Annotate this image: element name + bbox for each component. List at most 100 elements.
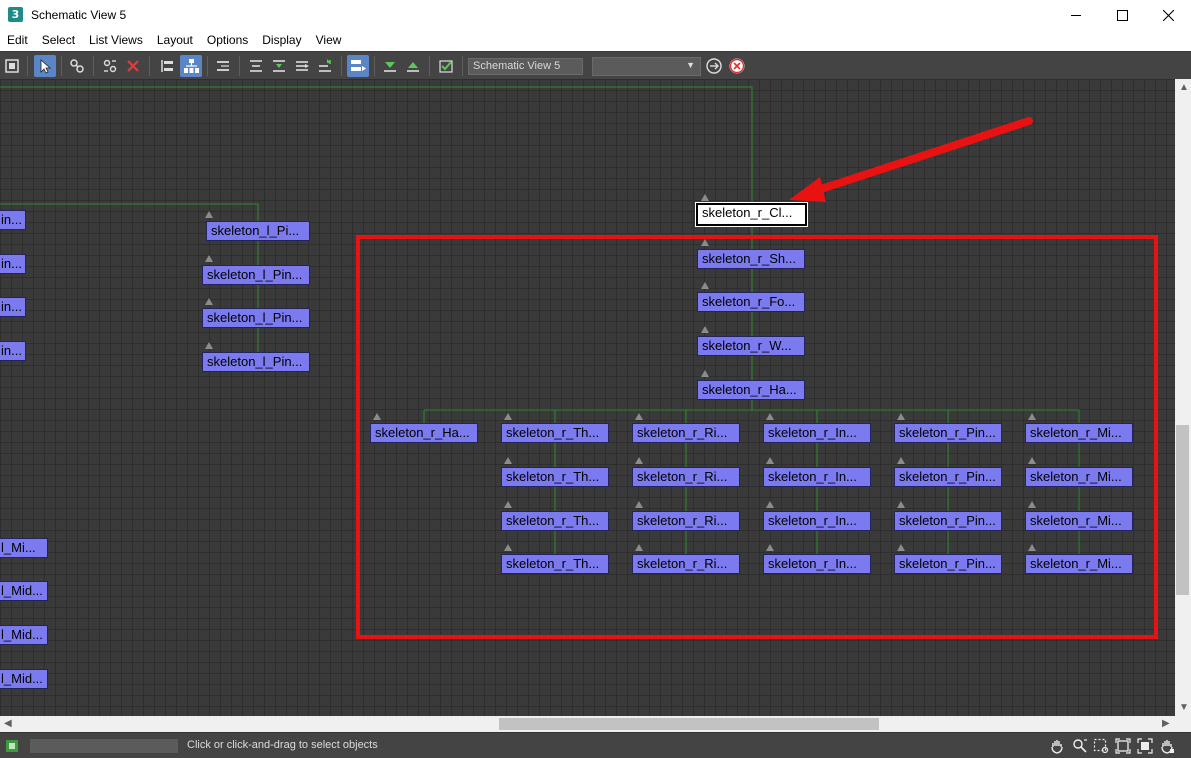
zoom-button[interactable] bbox=[1071, 737, 1089, 755]
vertical-scroll-thumb[interactable] bbox=[1176, 425, 1189, 595]
maximize-button[interactable] bbox=[1099, 0, 1145, 30]
toolbar-separator bbox=[374, 56, 375, 76]
node-expand-triangle[interactable] bbox=[205, 255, 213, 262]
node-expand-triangle[interactable] bbox=[205, 342, 213, 349]
status-indicator-icon bbox=[6, 740, 18, 752]
delete-bookmark-button[interactable] bbox=[726, 55, 748, 77]
align-center-button[interactable] bbox=[268, 55, 290, 77]
hierarchy-mode-button[interactable] bbox=[156, 55, 178, 77]
status-message: Click or click-and-drag to select object… bbox=[187, 739, 378, 751]
maximize-icon bbox=[1116, 9, 1128, 21]
node-skeleton-l-pinky[interactable]: skeleton_l_Pi... bbox=[206, 221, 310, 241]
node-left-edge[interactable]: in... bbox=[0, 341, 26, 361]
scroll-right-icon[interactable]: ▶ bbox=[1162, 718, 1170, 729]
zoom-region-icon bbox=[1093, 738, 1109, 754]
scroll-up-icon[interactable]: ▲ bbox=[1179, 82, 1189, 93]
node-expand-triangle[interactable] bbox=[205, 298, 213, 305]
menu-options[interactable]: Options bbox=[200, 30, 255, 51]
bookmark-button[interactable] bbox=[435, 55, 457, 77]
delete-objects-button[interactable] bbox=[122, 55, 144, 77]
vertical-scrollbar[interactable] bbox=[1175, 79, 1191, 716]
arrange-children-icon bbox=[351, 60, 366, 71]
pan-button[interactable] bbox=[1048, 737, 1066, 755]
toolbar-separator bbox=[93, 56, 94, 76]
preferences-icon bbox=[217, 61, 229, 71]
align-left-button[interactable] bbox=[245, 55, 267, 77]
align-right-button[interactable] bbox=[291, 55, 313, 77]
node-skeleton-l-pinky[interactable]: skeleton_l_Pin... bbox=[202, 308, 310, 328]
minimize-icon bbox=[1070, 14, 1081, 16]
scroll-left-icon[interactable]: ◀ bbox=[4, 718, 12, 729]
menu-view[interactable]: View bbox=[309, 30, 349, 51]
menu-edit[interactable]: Edit bbox=[0, 30, 35, 51]
toolbar: Schematic View 5 ▼ bbox=[0, 51, 1191, 79]
select-tool-button[interactable] bbox=[34, 55, 56, 77]
preferences-button[interactable] bbox=[212, 55, 234, 77]
close-button[interactable] bbox=[1145, 0, 1191, 30]
menu-display[interactable]: Display bbox=[255, 30, 308, 51]
cursor-icon bbox=[40, 59, 52, 74]
hierarchy-list-icon bbox=[161, 60, 173, 72]
connect-button[interactable] bbox=[66, 55, 88, 77]
app-icon: 3 bbox=[8, 7, 23, 22]
align-icon bbox=[250, 60, 262, 72]
display-floater-button[interactable] bbox=[1, 55, 23, 77]
delete-x-icon bbox=[127, 60, 139, 72]
zoom-extents-button[interactable] bbox=[1114, 737, 1132, 755]
status-bar: Click or click-and-drag to select object… bbox=[0, 732, 1191, 758]
zoom-extents-icon bbox=[1115, 738, 1131, 754]
title-bar: 3 Schematic View 5 bbox=[0, 0, 1191, 30]
toolbar-separator bbox=[341, 56, 342, 76]
horizontal-scroll-thumb[interactable] bbox=[499, 718, 879, 730]
menu-list-views[interactable]: List Views bbox=[82, 30, 150, 51]
collapse-selected-button[interactable] bbox=[379, 55, 401, 77]
node-left-edge[interactable]: l_Mid... bbox=[0, 669, 48, 689]
node-skeleton-l-pinky[interactable]: skeleton_l_Pin... bbox=[202, 265, 310, 285]
unlink-selected-button[interactable] bbox=[99, 55, 121, 77]
toolbar-separator bbox=[239, 56, 240, 76]
schematic-canvas[interactable]: in... in... in... in... l_Mi... l_Mid...… bbox=[0, 79, 1175, 716]
expand-icon bbox=[407, 62, 419, 72]
toolbar-separator bbox=[207, 56, 208, 76]
toolbar-separator bbox=[429, 56, 430, 76]
unlink-icon bbox=[103, 59, 117, 73]
scrollbar-corner bbox=[1175, 716, 1191, 732]
node-skeleton-l-pinky[interactable]: skeleton_l_Pin... bbox=[202, 352, 310, 372]
align-center-icon bbox=[273, 60, 285, 72]
scroll-down-icon[interactable]: ▼ bbox=[1179, 702, 1189, 713]
menu-layout[interactable]: Layout bbox=[150, 30, 200, 51]
view-dropdown[interactable]: ▼ bbox=[592, 57, 701, 76]
zoom-selected-icon bbox=[1137, 738, 1153, 754]
view-name-field[interactable]: Schematic View 5 bbox=[468, 58, 583, 75]
node-skeleton-r-clavicle-selected[interactable]: skeleton_r_Cl... bbox=[695, 202, 808, 227]
expand-selected-button[interactable] bbox=[402, 55, 424, 77]
node-left-edge[interactable]: l_Mid... bbox=[0, 581, 48, 601]
free-all-icon bbox=[319, 59, 331, 72]
arrow-right-circle-icon bbox=[706, 58, 722, 74]
node-expand-triangle[interactable] bbox=[701, 194, 709, 201]
menu-bar: Edit Select List Views Layout Options Di… bbox=[0, 30, 1191, 51]
annotation-highlight-box bbox=[356, 235, 1158, 639]
node-left-edge[interactable]: in... bbox=[0, 297, 26, 317]
node-left-edge[interactable]: in... bbox=[0, 210, 26, 230]
go-to-bookmark-button[interactable] bbox=[703, 55, 725, 77]
node-expand-triangle[interactable] bbox=[205, 211, 213, 218]
pan-to-selected-button[interactable] bbox=[1158, 737, 1176, 755]
free-all-button[interactable] bbox=[314, 55, 336, 77]
node-left-edge[interactable]: l_Mi... bbox=[0, 538, 48, 558]
collapse-icon bbox=[384, 62, 396, 72]
close-icon bbox=[1162, 9, 1174, 21]
hand-pan-icon bbox=[1051, 740, 1063, 754]
zoom-region-button[interactable] bbox=[1092, 737, 1110, 755]
zoom-extents-selected-button[interactable] bbox=[1136, 737, 1154, 755]
menu-select[interactable]: Select bbox=[35, 30, 82, 51]
always-arrange-button[interactable] bbox=[347, 55, 369, 77]
node-left-edge[interactable]: l_Mid... bbox=[0, 625, 48, 645]
toolbar-separator bbox=[462, 56, 463, 76]
toolbar-separator bbox=[27, 56, 28, 76]
minimize-button[interactable] bbox=[1053, 0, 1099, 30]
references-mode-button[interactable] bbox=[180, 55, 202, 77]
node-left-edge[interactable]: in... bbox=[0, 254, 26, 274]
status-field bbox=[30, 739, 178, 753]
display-floater-icon bbox=[5, 59, 19, 73]
